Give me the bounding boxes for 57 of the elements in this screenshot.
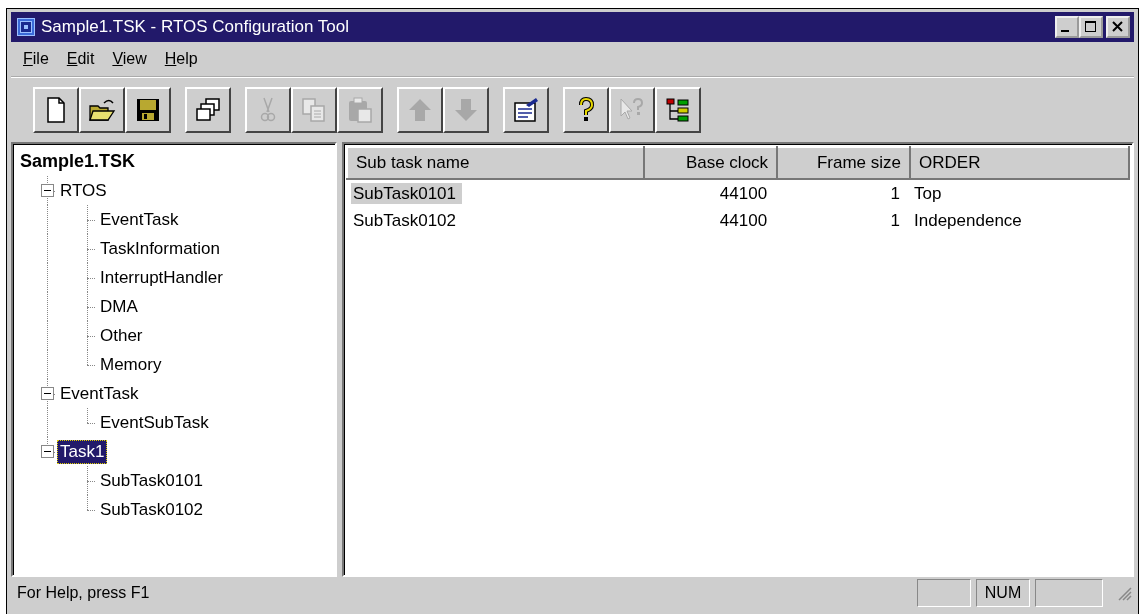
- tree-item[interactable]: SubTask0101: [97, 468, 207, 493]
- tree-item[interactable]: RTOS: [57, 178, 110, 203]
- menu-item[interactable]: Help: [160, 50, 204, 68]
- table-cell: 1: [890, 183, 901, 203]
- column-header[interactable]: ORDER: [910, 147, 1129, 179]
- tree-item[interactable]: SubTask0102: [97, 497, 207, 522]
- close-button[interactable]: [1106, 16, 1130, 38]
- menu-item[interactable]: View: [108, 50, 153, 68]
- table-cell[interactable]: SubTask0101: [351, 182, 463, 204]
- maximize-button[interactable]: [1079, 16, 1103, 38]
- toolbar-button[interactable]: [33, 87, 79, 133]
- resize-grip-icon[interactable]: [1116, 585, 1132, 601]
- table-cell: Top: [914, 183, 942, 203]
- tree-item[interactable]: DMA: [97, 294, 141, 319]
- toolbar-button[interactable]: [655, 87, 701, 133]
- table-cell[interactable]: SubTask0102: [351, 209, 463, 231]
- tree-item[interactable]: Task1: [57, 439, 108, 464]
- status-panel: [1035, 579, 1103, 607]
- maximize-icon: [1084, 20, 1098, 34]
- tree-root[interactable]: Sample1.TSK: [17, 149, 139, 174]
- expand-toggle[interactable]: [41, 184, 54, 197]
- close-icon: [1111, 20, 1125, 34]
- window-title: Sample1.TSK - RTOS Configuration Tool: [41, 17, 351, 37]
- tree-icon: [664, 96, 692, 124]
- copy-icon: [300, 96, 328, 124]
- column-header[interactable]: Frame size: [777, 147, 911, 179]
- table-cell: Independence: [914, 210, 1022, 230]
- expand-toggle[interactable]: [41, 387, 54, 400]
- toolbar-button[interactable]: [503, 87, 549, 133]
- minimize-button[interactable]: [1055, 16, 1079, 38]
- tree-item[interactable]: TaskInformation: [97, 236, 223, 261]
- app-icon: [17, 18, 35, 36]
- windows-icon: [194, 96, 222, 124]
- clipboard-icon: [346, 96, 374, 124]
- tree-item[interactable]: Other: [97, 323, 146, 348]
- column-header[interactable]: Sub task name: [347, 147, 645, 179]
- tree-item[interactable]: EventTask: [57, 381, 142, 406]
- tree-item[interactable]: InterruptHandler: [97, 265, 226, 290]
- properties-icon: [512, 96, 540, 124]
- toolbar-button[interactable]: [185, 87, 231, 133]
- status-text: For Help, press F1: [17, 584, 151, 602]
- table-cell: 44100: [719, 183, 768, 203]
- toolbar-button[interactable]: [563, 87, 609, 133]
- menu-item[interactable]: Edit: [62, 50, 101, 68]
- status-indicator: NUM: [976, 579, 1030, 607]
- toolbar-button[interactable]: [125, 87, 171, 133]
- tree-item[interactable]: Memory: [97, 352, 165, 377]
- status-panel: [917, 579, 971, 607]
- tree-item[interactable]: EventSubTask: [97, 410, 212, 435]
- column-header[interactable]: Base clock: [644, 147, 778, 179]
- toolbar-button[interactable]: [79, 87, 125, 133]
- menu-item[interactable]: File: [19, 50, 55, 68]
- expand-toggle[interactable]: [41, 445, 54, 458]
- tree-item[interactable]: EventTask: [97, 207, 182, 232]
- minimize-icon: [1061, 30, 1069, 32]
- table-cell: 1: [890, 210, 901, 230]
- table-cell: 44100: [719, 210, 768, 230]
